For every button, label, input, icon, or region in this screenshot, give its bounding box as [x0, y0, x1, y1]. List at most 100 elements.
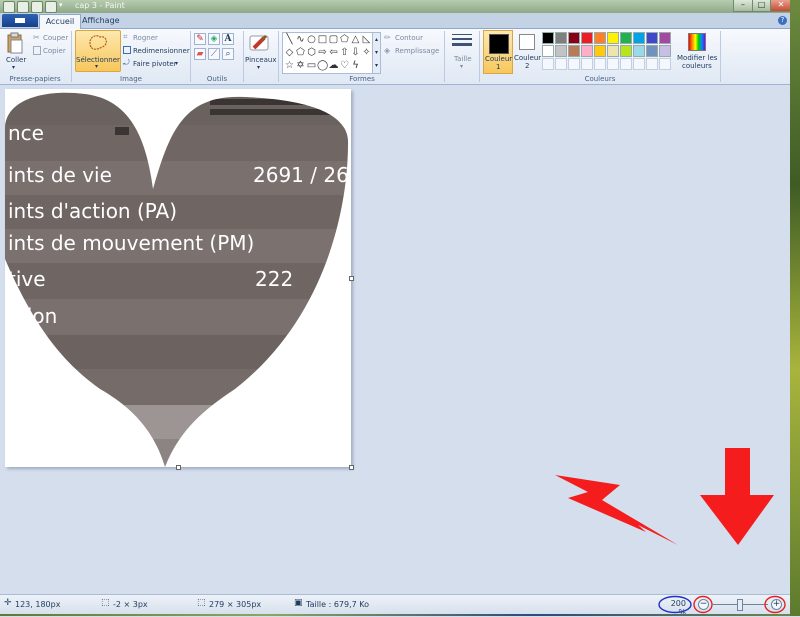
minimize-button[interactable]: –: [733, 0, 753, 12]
palette-swatch[interactable]: [581, 32, 593, 44]
resize-handle-corner[interactable]: [349, 465, 354, 470]
left-arrow-shape-icon[interactable]: ⇦: [328, 47, 339, 58]
cut-button[interactable]: Couper: [43, 34, 68, 42]
outline-button[interactable]: Contour: [395, 34, 423, 42]
color-picker-icon[interactable]: ⟋: [208, 48, 220, 60]
shapes-scroll[interactable]: ▴ ▾ ▾: [372, 32, 381, 74]
palette-empty-slot[interactable]: [646, 58, 658, 70]
close-button[interactable]: ✕: [770, 0, 792, 12]
size-icon[interactable]: [452, 33, 472, 49]
undo-icon[interactable]: [31, 1, 43, 13]
star6-shape-icon[interactable]: ✡: [295, 60, 306, 71]
fill-bucket-icon[interactable]: ◈: [208, 33, 220, 45]
paint-menu-button[interactable]: [2, 14, 38, 27]
help-icon[interactable]: ?: [778, 16, 787, 25]
triangle-shape-icon[interactable]: △: [350, 34, 361, 45]
canvas-text-value-5: 222: [255, 267, 293, 291]
paste-icon[interactable]: [4, 32, 26, 56]
palette-empty-slot[interactable]: [581, 58, 593, 70]
brushes-label[interactable]: Pinceaux: [245, 56, 276, 64]
brushes-icon[interactable]: [248, 32, 270, 54]
star4-shape-icon[interactable]: ✧: [361, 47, 372, 58]
magnifier-icon[interactable]: ⌕: [222, 48, 234, 60]
drawing-canvas[interactable]: nce ints de vie 2691 / 26 ints d'action …: [5, 89, 354, 470]
palette-swatch[interactable]: [646, 32, 658, 44]
callout-rect-shape-icon[interactable]: ▭: [306, 60, 317, 71]
curve-shape-icon[interactable]: ∿: [295, 34, 306, 45]
palette-swatch[interactable]: [594, 32, 606, 44]
palette-swatch[interactable]: [659, 45, 671, 57]
resize-handle-right[interactable]: [349, 276, 354, 281]
text-tool-icon[interactable]: A: [222, 33, 234, 45]
diamond-shape-icon[interactable]: ◇: [284, 47, 295, 58]
rotate-dropdown-icon[interactable]: ▾: [175, 60, 178, 67]
right-triangle-shape-icon[interactable]: ◺: [361, 34, 372, 45]
palette-swatch[interactable]: [594, 45, 606, 57]
select-dropdown-icon[interactable]: ▾: [95, 63, 98, 70]
size-dropdown-icon[interactable]: ▾: [460, 63, 463, 70]
zoom-slider-thumb[interactable]: [737, 599, 743, 611]
palette-swatch[interactable]: [633, 32, 645, 44]
polygon-shape-icon[interactable]: ⬠: [339, 34, 350, 45]
palette-empty-slot[interactable]: [633, 58, 645, 70]
palette-swatch[interactable]: [633, 45, 645, 57]
edit-colors-button[interactable]: Modifier les couleurs: [677, 30, 717, 72]
palette-swatch[interactable]: [555, 32, 567, 44]
rectangle-shape-icon[interactable]: □: [317, 34, 328, 45]
callout-oval-shape-icon[interactable]: ◯: [317, 60, 328, 71]
palette-swatch[interactable]: [620, 32, 632, 44]
palette-swatch[interactable]: [607, 32, 619, 44]
palette-swatch[interactable]: [542, 32, 554, 44]
palette-swatch[interactable]: [607, 45, 619, 57]
palette-swatch[interactable]: [659, 32, 671, 44]
size-label[interactable]: Taille: [454, 55, 472, 63]
color2-button[interactable]: Couleur 2: [513, 30, 541, 72]
down-arrow-shape-icon[interactable]: ⇩: [350, 47, 361, 58]
crop-button[interactable]: Rogner: [133, 34, 158, 42]
save-icon[interactable]: [17, 1, 29, 13]
palette-swatch[interactable]: [542, 45, 554, 57]
pentagon-shape-icon[interactable]: ⬠: [295, 47, 306, 58]
tab-home[interactable]: Accueil: [39, 14, 81, 29]
palette-empty-slot[interactable]: [659, 58, 671, 70]
line-shape-icon[interactable]: ╲: [284, 34, 295, 45]
eraser-icon[interactable]: ▰: [194, 48, 206, 60]
palette-empty-slot[interactable]: [568, 58, 580, 70]
palette-swatch[interactable]: [620, 45, 632, 57]
redo-icon[interactable]: [45, 1, 57, 13]
palette-swatch[interactable]: [568, 32, 580, 44]
shapes-gallery[interactable]: ╲ ∿ ○ □ ▢ ⬠ △ ◺ ◇ ⬠ ⬡ ⇨ ⇦ ⇧ ⇩ ✧ ☆ ✡ ▭ ◯ …: [282, 32, 374, 74]
palette-swatch[interactable]: [581, 45, 593, 57]
rotate-button[interactable]: Faire pivoter: [133, 60, 177, 68]
palette-empty-slot[interactable]: [620, 58, 632, 70]
heart-shape-icon[interactable]: ♡: [339, 60, 350, 71]
paste-dropdown-icon[interactable]: ▾: [12, 64, 15, 71]
callout-cloud-shape-icon[interactable]: ☁: [328, 60, 339, 71]
palette-swatch[interactable]: [555, 45, 567, 57]
hexagon-shape-icon[interactable]: ⬡: [306, 47, 317, 58]
paste-label[interactable]: Coller: [6, 56, 26, 64]
star5-shape-icon[interactable]: ☆: [284, 60, 295, 71]
pencil-icon[interactable]: ✎: [194, 33, 206, 45]
resize-handle-bottom[interactable]: [176, 465, 181, 470]
color1-button[interactable]: Couleur 1: [483, 30, 513, 74]
brushes-dropdown-icon[interactable]: ▾: [257, 64, 260, 71]
resize-button[interactable]: Redimensionner: [133, 47, 190, 55]
oval-shape-icon[interactable]: ○: [306, 34, 317, 45]
maximize-button[interactable]: □: [752, 0, 771, 12]
palette-empty-slot[interactable]: [542, 58, 554, 70]
up-arrow-shape-icon[interactable]: ⇧: [339, 47, 350, 58]
fill-button[interactable]: Remplissage: [395, 47, 439, 55]
palette-empty-slot[interactable]: [555, 58, 567, 70]
palette-empty-slot[interactable]: [607, 58, 619, 70]
lightning-shape-icon[interactable]: ϟ: [350, 60, 361, 71]
copy-button[interactable]: Copier: [43, 47, 66, 55]
palette-swatch[interactable]: [646, 45, 658, 57]
palette-empty-slot[interactable]: [594, 58, 606, 70]
palette-swatch[interactable]: [568, 45, 580, 57]
quick-access-dropdown-icon[interactable]: ▾: [59, 1, 66, 11]
rounded-rect-shape-icon[interactable]: ▢: [328, 34, 339, 45]
right-arrow-shape-icon[interactable]: ⇨: [317, 47, 328, 58]
color1-number: 1: [496, 63, 501, 71]
tab-view[interactable]: Affichage: [82, 14, 120, 28]
